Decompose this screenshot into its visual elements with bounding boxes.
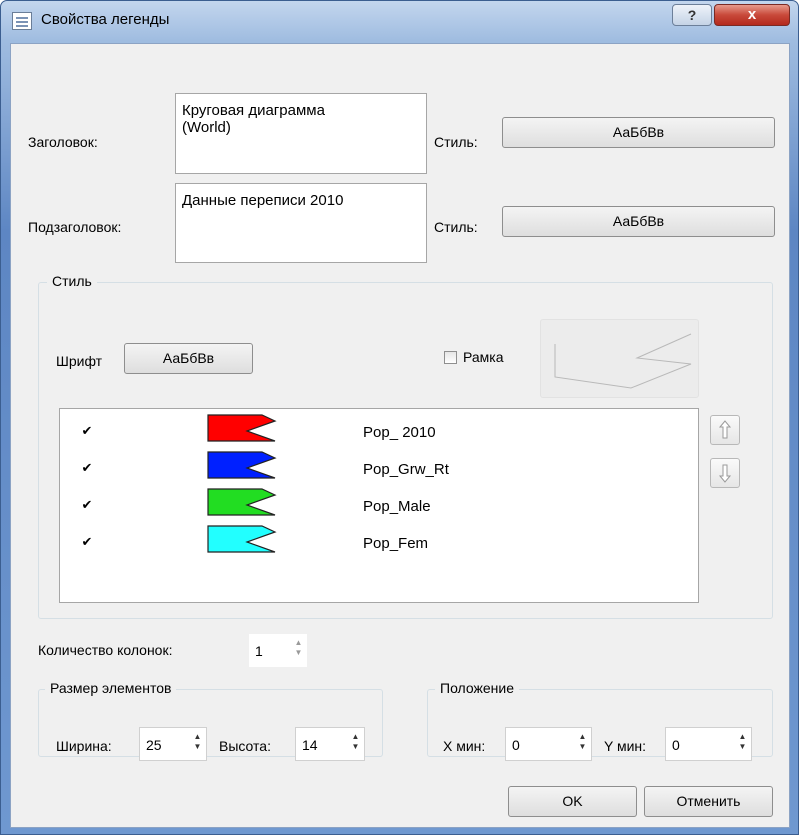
height-label: Высота:: [219, 738, 271, 754]
title-label: Заголовок:: [28, 134, 98, 150]
move-down-button[interactable]: [710, 458, 740, 488]
columns-spinbox[interactable]: 1 ▲ ▼: [248, 633, 308, 668]
position-group-title: Положение: [435, 680, 519, 696]
legend-item-swatch: [207, 488, 277, 516]
title-input[interactable]: Круговая диаграмма (World): [175, 93, 427, 174]
legend-item-name: Pop_Male: [363, 498, 431, 515]
subtitle-style-label: Стиль:: [434, 219, 478, 235]
width-label: Ширина:: [56, 738, 112, 754]
cancel-button[interactable]: Отменить: [644, 786, 773, 817]
legend-item-name: Pop_ 2010: [363, 424, 436, 441]
legend-properties-window: Свойства легенды ? x Заголовок: Круговая…: [0, 0, 799, 835]
frame-preview: [540, 319, 699, 398]
app-icon: [12, 12, 32, 30]
legend-item-checkbox[interactable]: ✔: [80, 535, 94, 549]
font-label: Шрифт: [56, 353, 103, 369]
spin-arrows-icon[interactable]: ▲ ▼: [351, 732, 360, 752]
width-value: 25: [146, 737, 162, 753]
title-bar[interactable]: Свойства легенды ? x: [1, 1, 798, 43]
columns-value: 1: [255, 643, 263, 659]
ymin-label: Y мин:: [604, 738, 647, 754]
move-up-button[interactable]: [710, 415, 740, 445]
height-value: 14: [302, 737, 318, 753]
dialog-body: Заголовок: Круговая диаграмма (World) Ст…: [10, 43, 790, 828]
title-style-button[interactable]: АаБбВв: [502, 117, 775, 148]
xmin-value: 0: [512, 737, 520, 753]
legend-item-checkbox[interactable]: ✔: [80, 498, 94, 512]
legend-items-list[interactable]: ✔ Pop_ 2010 ✔ Pop_Grw_Rt ✔ Pop_Male ✔ Po…: [59, 408, 699, 603]
font-button[interactable]: АаБбВв: [124, 343, 253, 374]
ymin-value: 0: [672, 737, 680, 753]
frame-label: Рамка: [463, 349, 504, 365]
spin-arrows-icon[interactable]: ▲ ▼: [738, 732, 747, 752]
legend-item-swatch: [207, 414, 277, 442]
legend-item-checkbox[interactable]: ✔: [80, 424, 94, 438]
columns-label: Количество колонок:: [38, 642, 173, 658]
subtitle-style-button[interactable]: АаБбВв: [502, 206, 775, 237]
subtitle-input[interactable]: Данные переписи 2010: [175, 183, 427, 263]
title-style-label: Стиль:: [434, 134, 478, 150]
legend-item-swatch: [207, 451, 277, 479]
subtitle-label: Подзаголовок:: [28, 219, 122, 235]
legend-item-name: Pop_Grw_Rt: [363, 461, 449, 478]
height-spinbox[interactable]: 14 ▲ ▼: [295, 727, 365, 761]
legend-item-checkbox[interactable]: ✔: [80, 461, 94, 475]
arrow-up-icon: [718, 420, 732, 439]
frame-preview-shape: [554, 333, 692, 389]
size-group-title: Размер элементов: [45, 680, 177, 696]
help-button[interactable]: ?: [672, 4, 712, 26]
xmin-label: X мин:: [443, 738, 486, 754]
frame-checkbox[interactable]: [444, 351, 457, 364]
spin-arrows-icon[interactable]: ▲ ▼: [294, 638, 303, 658]
spin-arrows-icon[interactable]: ▲ ▼: [578, 732, 587, 752]
legend-item-name: Pop_Fem: [363, 535, 429, 552]
width-spinbox[interactable]: 25 ▲ ▼: [139, 727, 207, 761]
ymin-spinbox[interactable]: 0 ▲ ▼: [665, 727, 752, 761]
style-group-title: Стиль: [47, 273, 97, 289]
arrow-down-icon: [718, 464, 732, 483]
xmin-spinbox[interactable]: 0 ▲ ▼: [505, 727, 592, 761]
window-title: Свойства легенды: [41, 11, 170, 28]
legend-item-swatch: [207, 525, 277, 553]
close-button[interactable]: x: [714, 4, 790, 26]
spin-arrows-icon[interactable]: ▲ ▼: [193, 732, 202, 752]
ok-button[interactable]: OK: [508, 786, 637, 817]
